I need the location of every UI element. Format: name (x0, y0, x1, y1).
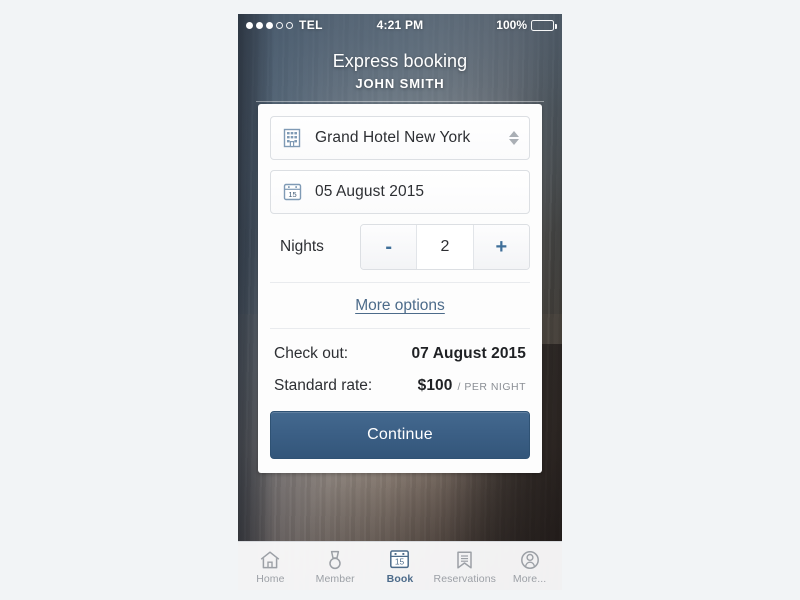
rate-value-group: $100 / PER NIGHT (418, 377, 526, 395)
rate-label: Standard rate: (274, 377, 373, 394)
tab-book[interactable]: 15 Book (368, 542, 433, 590)
medal-icon (324, 547, 346, 571)
checkin-date-value: 05 August 2015 (315, 183, 425, 200)
tab-more-label: More... (512, 573, 547, 585)
tab-reservations[interactable]: Reservations (432, 542, 497, 590)
more-options-link[interactable]: More options (355, 297, 445, 314)
tab-home[interactable]: Home (238, 542, 303, 590)
page-title: Express booking (332, 51, 468, 71)
nights-row: Nights - 2 + (270, 224, 530, 270)
rate-unit-label: / PER NIGHT (457, 381, 526, 393)
tab-home-label: Home (256, 573, 285, 585)
checkin-date-field[interactable]: 15 05 August 2015 (270, 170, 530, 214)
header-divider (256, 101, 544, 102)
calendar-icon: 15 (281, 180, 303, 204)
more-options-row: More options (270, 283, 530, 328)
nights-increment-button[interactable]: + (473, 225, 529, 269)
building-icon (281, 126, 303, 150)
tab-bar: Home Member 15 Book Reservations More... (238, 541, 562, 590)
home-icon (258, 547, 282, 571)
tab-member[interactable]: Member (303, 542, 368, 590)
nights-decrement-button[interactable]: - (361, 225, 417, 269)
nights-stepper: - 2 + (360, 224, 530, 270)
booking-card: Grand Hotel New York 15 05 August 2015 N… (258, 104, 542, 473)
hotel-name-value: Grand Hotel New York (315, 129, 471, 146)
battery-percent-label: 100% (496, 18, 527, 32)
app-header: Express booking JOHN SMITH (238, 36, 562, 102)
card-divider-bottom (270, 328, 530, 329)
nights-label: Nights (280, 238, 324, 255)
tab-member-label: Member (315, 573, 355, 585)
checkout-label: Check out: (274, 345, 349, 362)
nights-value: 2 (416, 225, 474, 269)
checkout-row: Check out: 07 August 2015 (270, 345, 530, 363)
tab-book-label: Book (386, 573, 414, 585)
tab-calendar-day-text: 15 (395, 557, 405, 567)
chevron-updown-icon[interactable] (509, 131, 519, 145)
hotel-select[interactable]: Grand Hotel New York (270, 116, 530, 160)
checkout-value: 07 August 2015 (411, 345, 526, 362)
continue-button[interactable]: Continue (270, 411, 530, 459)
battery-icon (531, 19, 557, 31)
rate-value: $100 (417, 377, 453, 394)
tab-reservations-label: Reservations (433, 573, 497, 585)
phone-screen: TEL 4:21 PM 100% Express booking JOHN SM… (238, 14, 562, 590)
status-bar: TEL 4:21 PM 100% (238, 14, 562, 36)
status-right-group: 100% (496, 18, 557, 32)
person-icon (519, 547, 541, 571)
tab-more[interactable]: More... (497, 542, 562, 590)
user-name-label: JOHN SMITH (355, 76, 445, 91)
bookmark-icon (454, 547, 475, 571)
rate-row: Standard rate: $100 / PER NIGHT (270, 377, 530, 395)
calendar-icon: 15 (388, 547, 411, 571)
calendar-day-text: 15 (288, 190, 296, 199)
